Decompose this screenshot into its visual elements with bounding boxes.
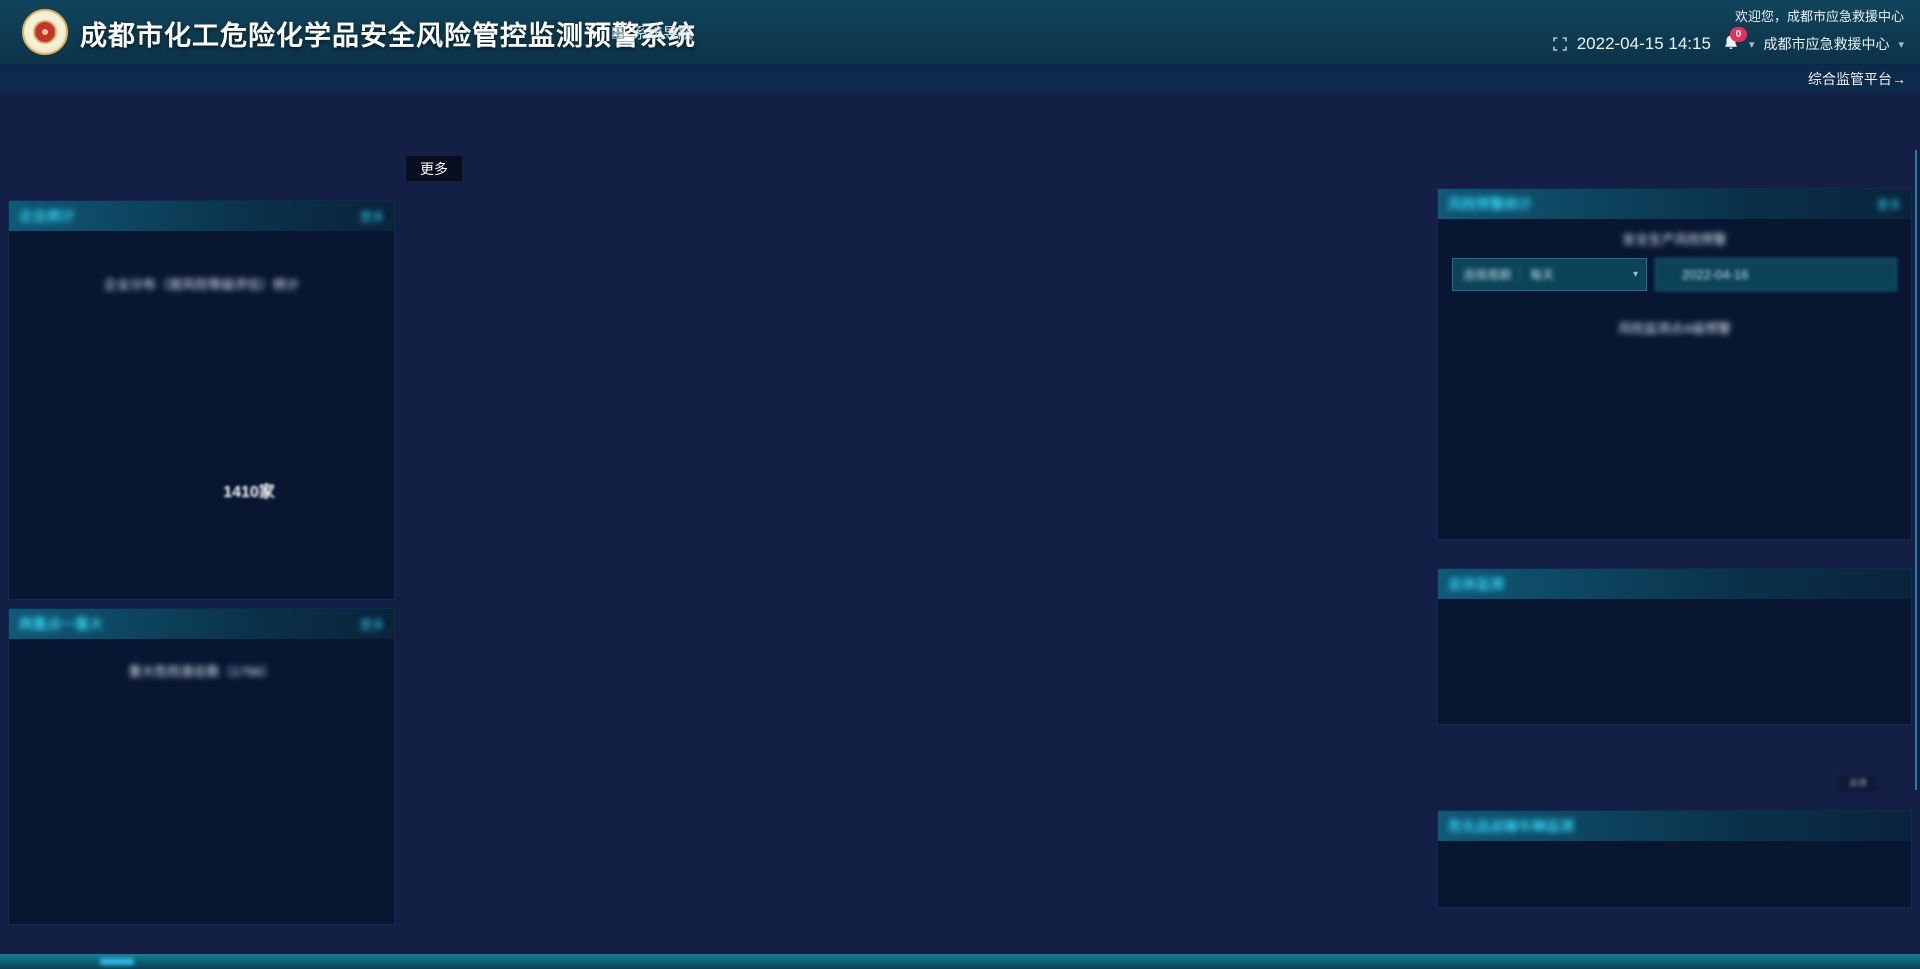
system-nav-button[interactable]: 系统导航 <box>610 22 693 43</box>
grid-icon <box>610 25 626 41</box>
panel-overall-monitoring: 总体监测 <box>1437 568 1912 725</box>
donut-chart-title: 企业分布（按风险等级评估）统计 <box>9 274 394 293</box>
donut-center-value: 1410家 <box>199 478 299 502</box>
panel-more-link[interactable]: 更多 <box>360 208 384 225</box>
notification-bell-icon[interactable]: 0 <box>1720 34 1740 54</box>
page-title: 成都市化工危险化学品安全风险管控监测预警系统 <box>80 14 696 53</box>
notification-caret-icon[interactable]: ▾ <box>1749 38 1755 51</box>
app-logo-icon <box>22 9 68 55</box>
map-more-button[interactable]: 更多 <box>405 155 463 182</box>
welcome-text: 欢迎您，成都市应急救援中心 <box>1552 6 1904 25</box>
period-label: 选择周期 <box>1453 266 1520 283</box>
datetime-text: 2022-04-15 14:15 <box>1577 34 1711 54</box>
panel-more-link[interactable]: 更多 <box>360 616 384 633</box>
main-nav: 综合监管平台→ <box>0 64 1920 93</box>
date-input[interactable]: 2022-04-16 <box>1655 258 1897 291</box>
panel-risk-warning: 风险预警统计 更多 安全生产风险预警 选择周期 每天 ▾ 2022-04-16 … <box>1437 188 1912 540</box>
user-menu[interactable]: 成都市应急救援中心 <box>1763 34 1889 54</box>
major-hazard-pie-chart <box>9 609 396 926</box>
notification-badge: 0 <box>1730 27 1747 42</box>
platform-link[interactable]: 综合监管平台→ <box>1808 65 1906 94</box>
scrollbar-strip[interactable] <box>1915 150 1917 790</box>
panel-transport-monitoring: 危化品运输车辆监测 <box>1437 810 1912 908</box>
bottom-bar-chip <box>100 958 134 965</box>
section-subtitle: 安全生产风险预警 <box>1438 229 1911 248</box>
panel-title: 两重点一重大 <box>19 614 103 634</box>
panel-title: 危化品运输车辆监测 <box>1448 816 1574 836</box>
bottom-bar <box>0 954 1920 969</box>
enterprise-risk-donut-chart <box>9 201 396 601</box>
header: 成都市化工危险化学品安全风险管控监测预警系统 系统导航 欢迎您，成都市应急救援中… <box>0 0 1920 64</box>
panel-title: 总体监测 <box>1448 574 1504 594</box>
pie-chart-title: 重大危险源总数（1766） <box>9 661 394 680</box>
select-caret-icon: ▾ <box>1633 269 1646 280</box>
fullscreen-icon[interactable] <box>1552 36 1568 52</box>
app-root: 高德 更多 成都市化工危险化学品安全风险管控监测预警系统 系统导航 欢迎您，成都… <box>0 0 1920 969</box>
user-caret-icon[interactable]: ▾ <box>1898 38 1904 51</box>
map-attribution: 高德 <box>1838 776 1878 791</box>
panel-title: 风险预警统计 <box>1448 194 1532 214</box>
panel-two-key-one-major: 两重点一重大 更多 重大危险源总数（1766） <box>8 608 395 925</box>
section-subtitle-2: 风险监测点A级预警 <box>1438 318 1911 337</box>
period-value: 每天 <box>1520 266 1633 283</box>
system-nav-label: 系统导航 <box>633 22 693 43</box>
panel-more-link[interactable]: 更多 <box>1877 196 1901 213</box>
period-select[interactable]: 选择周期 每天 ▾ <box>1452 258 1647 291</box>
panel-title: 企业统计 <box>19 206 75 226</box>
panel-enterprise-stats: 企业统计 更多 企业分布（按风险等级评估）统计 1410家 <box>8 200 395 600</box>
